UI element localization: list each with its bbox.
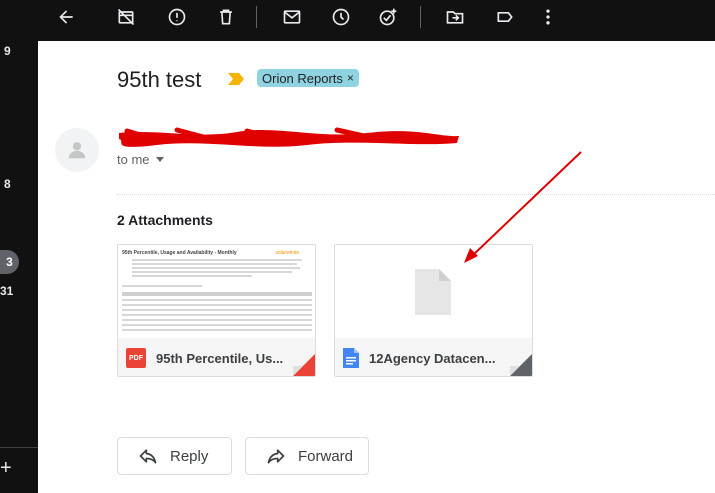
archive-off-icon[interactable] (114, 5, 138, 29)
toolbar-separator (420, 6, 421, 28)
person-icon (68, 142, 86, 159)
attachment-card[interactable]: 95th Percentile, Usage and Availability … (117, 244, 316, 377)
attachments-heading: 2 Attachments (117, 212, 213, 228)
add-icon[interactable]: + (0, 457, 16, 481)
preview-line (132, 263, 297, 265)
message-toolbar (38, 0, 715, 34)
badge-text: 3 (6, 255, 13, 269)
count-label: 9 (4, 44, 11, 58)
message-view: 95th test Orion Reports × to me 2 Attach… (38, 41, 715, 493)
preview-line (132, 259, 302, 261)
email-subject: 95th test (117, 67, 202, 92)
recipient-text: to me (117, 152, 150, 167)
mark-unread-icon[interactable] (280, 5, 304, 29)
toolbar-separator (256, 6, 257, 28)
file-corner-icon (510, 354, 532, 376)
label-chip[interactable]: Orion Reports × (257, 69, 359, 87)
avatar[interactable] (55, 128, 99, 172)
rail-divider (0, 447, 38, 448)
preview-line (122, 304, 312, 306)
chevron-down-icon (155, 157, 164, 162)
preview-line (122, 285, 202, 287)
sender-name-redacted (119, 127, 459, 147)
importance-marker-icon[interactable] (228, 73, 244, 85)
forward-label: Forward (298, 447, 354, 465)
preview-line (132, 267, 300, 269)
pdf-icon: PDF (126, 348, 146, 368)
report-spam-icon[interactable] (165, 5, 189, 29)
attachment-preview (335, 245, 532, 338)
recipient-details[interactable]: to me (117, 152, 164, 167)
header-divider (117, 194, 715, 195)
preview-line (122, 329, 312, 331)
move-to-icon[interactable] (443, 5, 467, 29)
attachment-footer: 12Agency Datacen... (335, 338, 532, 376)
attachment-name: 95th Percentile, Us... (156, 350, 284, 366)
preview-line (122, 314, 312, 316)
back-arrow-icon[interactable] (54, 5, 78, 29)
preview-brand: solarwinds (275, 250, 299, 256)
add-task-icon[interactable] (376, 5, 400, 29)
forward-button[interactable]: Forward (245, 437, 369, 475)
attachment-footer: PDF 95th Percentile, Us... (118, 338, 315, 376)
attachment-preview: 95th Percentile, Usage and Availability … (118, 245, 315, 338)
file-corner-icon (293, 354, 315, 376)
preview-line (132, 275, 252, 277)
remove-label-icon[interactable]: × (347, 71, 354, 85)
reply-label: Reply (170, 447, 209, 465)
preview-title: 95th Percentile, Usage and Availability … (122, 250, 237, 256)
label-icon[interactable] (493, 5, 517, 29)
more-options-icon[interactable] (536, 5, 560, 29)
attachment-card[interactable]: 12Agency Datacen... (334, 244, 533, 377)
reply-icon (139, 449, 157, 464)
preview-line (122, 309, 312, 311)
preview-line (122, 299, 312, 301)
preview-line (122, 324, 312, 326)
snooze-icon[interactable] (329, 5, 353, 29)
unread-count-badge[interactable]: 3 (0, 250, 19, 274)
preview-line (122, 319, 312, 321)
generic-file-icon (415, 269, 451, 315)
left-rail: 9 8 3 31 + (0, 0, 38, 493)
delete-icon[interactable] (214, 5, 238, 29)
google-doc-icon (343, 348, 359, 368)
count-label: 8 (4, 177, 11, 191)
count-label: 31 (0, 284, 14, 298)
preview-line (122, 292, 312, 296)
label-chip-text: Orion Reports (262, 70, 343, 86)
forward-icon (267, 449, 285, 464)
preview-line (132, 271, 292, 273)
attachment-name: 12Agency Datacen... (369, 350, 496, 366)
reply-button[interactable]: Reply (117, 437, 232, 475)
